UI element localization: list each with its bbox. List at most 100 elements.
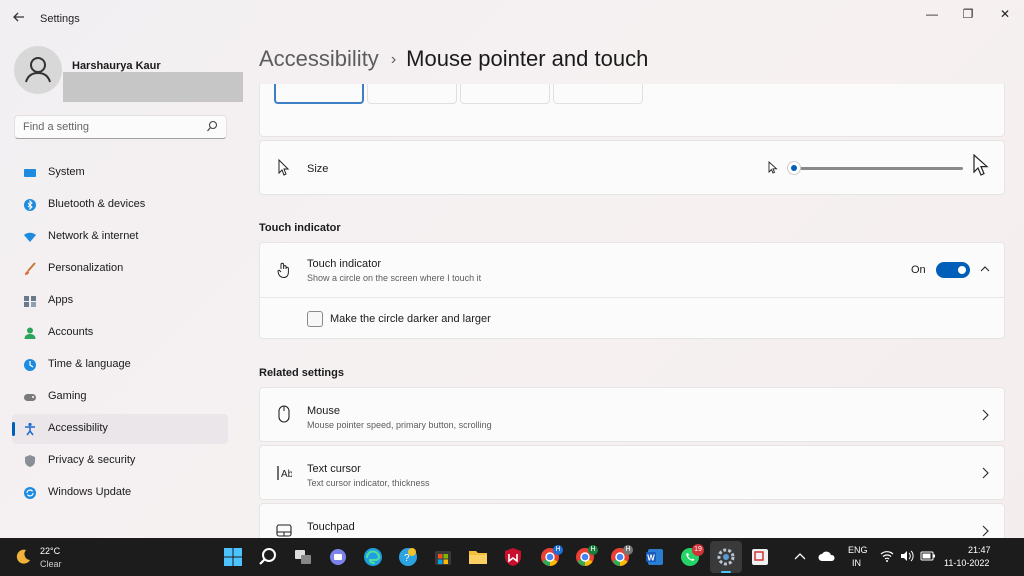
related-settings-header: Related settings (259, 367, 344, 379)
store-icon[interactable] (432, 546, 454, 568)
show-desktop-button[interactable] (1020, 538, 1024, 576)
brush-icon (25, 262, 36, 275)
taskbar: 22°C Clear ? H H H W 19 ENG IN 21:47 11-… (0, 538, 1024, 576)
sidebar-item-label: Bluetooth & devices (48, 198, 146, 210)
volume-icon[interactable] (900, 550, 914, 562)
sidebar-item-label: Time & language (48, 358, 131, 370)
globe-clock-icon (24, 359, 36, 371)
chevron-up-icon[interactable] (794, 551, 806, 561)
file-explorer-icon[interactable] (467, 546, 489, 568)
avatar (14, 46, 62, 94)
settings-gear-icon (717, 548, 735, 566)
sidebar-item-label: Network & internet (48, 230, 139, 242)
touch-indicator-toggle[interactable] (936, 262, 970, 278)
user-email-redacted (63, 72, 243, 102)
wifi-tray-icon[interactable] (880, 550, 894, 562)
chevron-right-icon (982, 467, 989, 479)
pointer-style-white-option[interactable] (274, 84, 364, 104)
breadcrumb: Accessibility › Mouse pointer and touch (259, 46, 648, 72)
pointer-icon (278, 159, 290, 176)
chevron-up-icon[interactable] (980, 265, 990, 273)
breadcrumb-separator: › (390, 51, 397, 68)
sidebar-item-apps[interactable]: Apps (12, 286, 228, 316)
sidebar-item-network[interactable]: Network & internet (12, 222, 228, 252)
pointer-style-inverted-option[interactable] (460, 84, 550, 104)
language-line-1[interactable]: ENG (848, 545, 868, 555)
pointer-style-black-option[interactable] (367, 84, 457, 104)
sidebar-item-system[interactable]: System (12, 158, 228, 188)
small-pointer-icon (768, 161, 778, 174)
sidebar-nav: System Bluetooth & devices Network & int… (12, 158, 228, 510)
toggle-state-label: On (911, 264, 926, 276)
gamepad-icon (24, 394, 36, 401)
breadcrumb-parent[interactable]: Accessibility (259, 46, 379, 71)
snipping-tool-icon[interactable] (749, 546, 771, 568)
teams-chat-icon[interactable] (327, 546, 349, 568)
close-button[interactable]: ✕ (990, 4, 1020, 24)
size-slider-track[interactable] (793, 167, 963, 170)
search-icon (207, 120, 218, 132)
onedrive-cloud-icon[interactable] (818, 550, 836, 562)
windows-start-icon[interactable] (222, 546, 244, 568)
darker-circle-checkbox[interactable] (307, 311, 323, 327)
task-view-icon[interactable] (292, 546, 314, 568)
sidebar-item-time-language[interactable]: Time & language (12, 350, 228, 380)
word-icon[interactable]: W (644, 546, 666, 568)
related-text-cursor-subtitle: Text cursor indicator, thickness (307, 478, 430, 488)
search-taskbar-icon[interactable] (257, 546, 279, 568)
language-line-2[interactable]: IN (852, 558, 861, 568)
clock-date[interactable]: 11-10-2022 (944, 558, 989, 568)
minimize-button[interactable]: — (917, 4, 947, 24)
settings-window: Settings — ❐ ✕ Harshaurya Kaur System Bl… (0, 0, 1024, 538)
pointer-style-custom-option[interactable] (553, 84, 643, 104)
pointer-style-card (259, 84, 1005, 137)
sidebar-item-accessibility[interactable]: Accessibility (12, 414, 228, 444)
text-cursor-icon: Ab (277, 466, 292, 480)
touch-indicator-card: Touch indicator Show a circle on the scr… (259, 242, 1005, 339)
related-touchpad-title: Touchpad (307, 521, 355, 533)
moon-icon (16, 549, 30, 564)
shield-icon (25, 455, 35, 467)
sidebar-item-personalization[interactable]: Personalization (12, 254, 228, 284)
sidebar-item-label: Accounts (48, 326, 94, 338)
size-slider-thumb[interactable] (787, 161, 801, 175)
user-profile[interactable]: Harshaurya Kaur (14, 46, 244, 104)
wifi-icon (24, 232, 36, 242)
app-title: Settings (40, 13, 80, 25)
page-title: Mouse pointer and touch (406, 46, 649, 71)
sidebar-item-bluetooth[interactable]: Bluetooth & devices (12, 190, 228, 220)
large-pointer-icon (973, 154, 989, 176)
settings-taskbar-active[interactable] (710, 541, 742, 573)
sidebar-item-privacy[interactable]: Privacy & security (12, 446, 228, 476)
edge-icon[interactable] (362, 546, 384, 568)
search-input[interactable] (15, 116, 195, 138)
sidebar-item-label: Windows Update (48, 486, 132, 498)
related-mouse-card[interactable]: Mouse Mouse pointer speed, primary butto… (259, 387, 1005, 442)
touch-indicator-section-header: Touch indicator (259, 222, 341, 234)
person-avatar-icon (25, 57, 51, 83)
sidebar-item-gaming[interactable]: Gaming (12, 382, 228, 412)
content-pane: Size Touch indicator Touch indicator Sho… (259, 84, 1005, 538)
profile-badge-h: H (623, 545, 633, 555)
mcafee-icon[interactable] (502, 546, 524, 568)
tips-icon[interactable]: ? (397, 546, 419, 568)
search-box[interactable] (14, 115, 227, 139)
user-name: Harshaurya Kaur (72, 60, 161, 72)
touch-indicator-subtitle: Show a circle on the screen where I touc… (307, 273, 482, 283)
sidebar-item-accounts[interactable]: Accounts (12, 318, 228, 348)
related-touchpad-card[interactable]: Touchpad (259, 503, 1005, 538)
mouse-icon (278, 405, 290, 423)
sidebar-item-windows-update[interactable]: Windows Update (12, 478, 228, 508)
related-text-cursor-card[interactable]: Ab Text cursor Text cursor indicator, th… (259, 445, 1005, 500)
person-icon (24, 327, 36, 339)
profile-badge-h: H (553, 545, 563, 555)
darker-circle-label: Make the circle darker and larger (330, 313, 491, 325)
weather-widget[interactable]: 22°C Clear (12, 544, 72, 572)
whatsapp-notification-badge: 19 (692, 544, 704, 556)
svg-text:?: ? (404, 553, 410, 564)
weather-temp: 22°C (40, 546, 61, 556)
battery-icon[interactable] (920, 551, 936, 561)
back-button[interactable] (10, 10, 28, 28)
clock-time[interactable]: 21:47 (968, 545, 991, 555)
maximize-button[interactable]: ❐ (953, 4, 983, 24)
